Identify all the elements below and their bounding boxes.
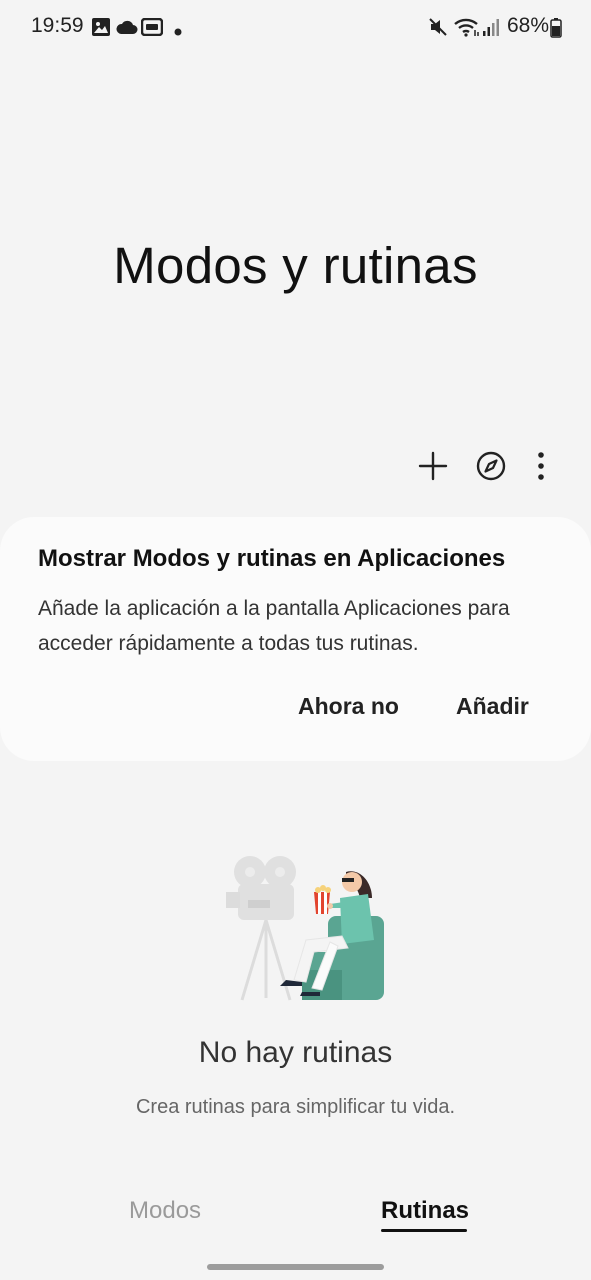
status-time: 19:59	[31, 14, 84, 37]
wifi-icon	[454, 17, 480, 42]
card-title: Mostrar Modos y rutinas en Aplicaciones	[38, 545, 506, 572]
more-options-icon	[536, 451, 546, 486]
tab-modos[interactable]: Modos	[129, 1197, 201, 1225]
empty-state-illustration	[210, 848, 390, 1013]
card-description: Añade la aplicación a la pantalla Aplica…	[38, 597, 510, 655]
dot-icon	[174, 23, 182, 41]
add-to-apps-card: Mostrar Modos y rutinas en Aplicaciones …	[0, 517, 591, 761]
mute-icon	[428, 17, 448, 42]
cloud-icon	[116, 19, 138, 40]
battery-icon	[550, 18, 562, 43]
empty-state-subtitle: Crea rutinas para simplificar tu vida.	[135, 1096, 455, 1118]
page-title: Modos y rutinas	[113, 237, 478, 294]
empty-state-title: No hay rutinas	[198, 1036, 393, 1069]
not-now-button[interactable]: Ahora no	[298, 693, 399, 720]
status-bar: 19:59 68%	[0, 0, 591, 56]
tab-selected-indicator	[381, 1229, 467, 1232]
more-options-button[interactable]	[521, 448, 561, 488]
discover-button[interactable]	[471, 448, 511, 488]
discover-icon	[475, 450, 507, 487]
add-routine-button[interactable]	[413, 448, 453, 488]
add-button[interactable]: Añadir	[456, 693, 529, 720]
signal-icon	[482, 17, 500, 42]
cast-icon	[140, 17, 164, 41]
image-icon	[91, 17, 111, 42]
battery-percent: 68%	[507, 14, 550, 37]
home-gesture-bar[interactable]	[207, 1264, 384, 1270]
add-icon	[417, 450, 449, 487]
tab-rutinas[interactable]: Rutinas	[381, 1197, 469, 1225]
